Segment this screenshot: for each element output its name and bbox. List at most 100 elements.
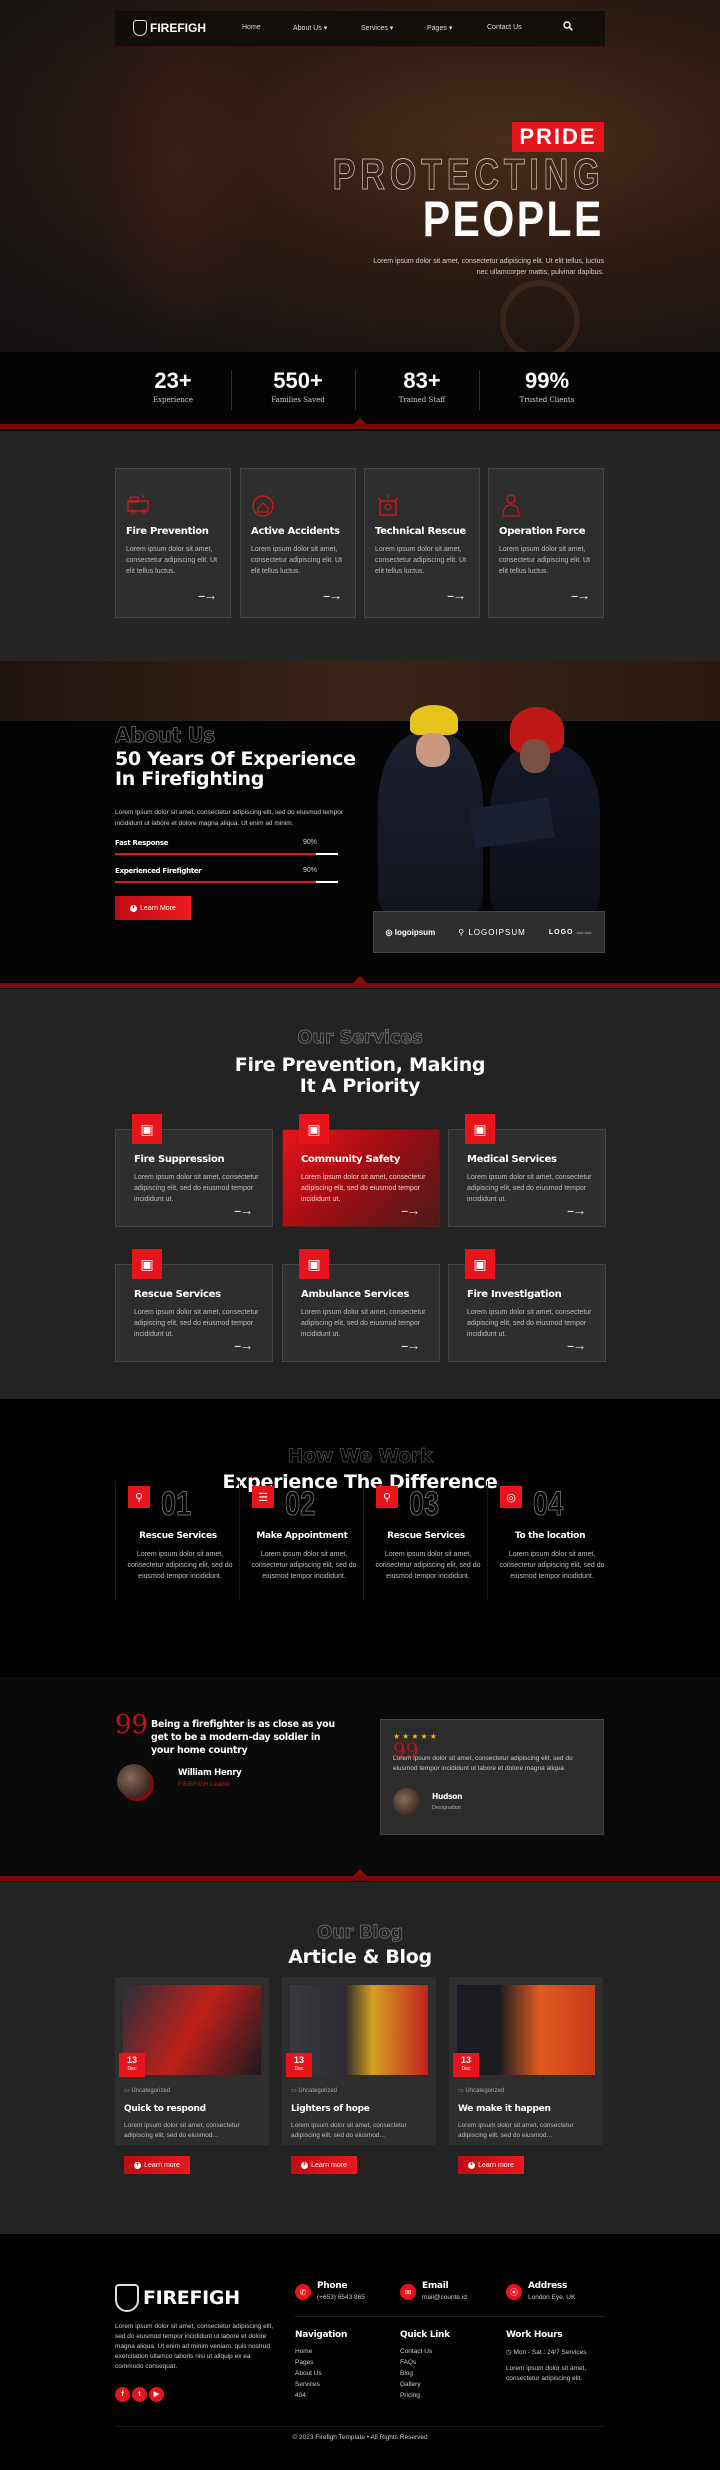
firefighters-image [372,703,602,913]
footer-link[interactable]: FAQs [400,2359,416,2366]
partner-logo[interactable]: LOGO ▬▬ [549,929,593,936]
service-card[interactable]: ▣ Ambulance Services Lorem ipsum dolor sit… [282,1249,440,1362]
step-item: ⚲ 01 Rescue Services Lorem ipsum dolor sit … [115,1481,239,1601]
twitter-icon[interactable]: t [132,2387,147,2402]
siren-icon [377,494,399,516]
chevron-down-icon: ▾ [448,25,453,32]
footer-link[interactable]: 404 [295,2392,306,2399]
footer-link[interactable]: Home [295,2348,312,2355]
plus-circle-icon: + [130,904,138,912]
feature-title: Active Accidents [251,526,340,537]
contact-value[interactable]: (+653) 6543 865 [317,2294,365,2301]
footer-link[interactable]: Pricing [400,2392,420,2399]
search-icon[interactable] [563,21,573,31]
fire-truck-icon [127,495,149,515]
nav-services-label: Services [361,25,388,32]
footer-logo[interactable]: FIREFIGH [115,2284,240,2312]
facebook-icon[interactable]: f [115,2387,130,2402]
divider [231,370,232,410]
date-day: 13 [460,2055,471,2065]
stat-item: 83+ Trained Staff [360,368,484,404]
plus-circle-icon: + [301,2161,309,2169]
learn-more-button[interactable]: + Learn more [124,2156,190,2174]
arrow-right-icon[interactable]: --→ [234,1202,253,1218]
service-card[interactable]: ▣ Fire Suppression Lorem ipsum dolor sit a… [115,1114,273,1227]
nav-services[interactable]: Services ▾ [361,24,393,32]
feature-card[interactable]: Technical Rescue Lorem ipsum dolor sit a… [364,468,480,618]
service-card[interactable]: ▣ Rescue Services Lorem ipsum dolor sit am… [115,1249,273,1362]
youtube-icon[interactable]: ▶ [149,2387,164,2402]
contact-value[interactable]: mail@counte.id [422,2294,467,2301]
logo-text: FIREFIGH [150,21,206,35]
footer-link[interactable]: Pages [295,2359,313,2366]
contact-value[interactable]: London Eye, UK [528,2294,575,2301]
arrow-right-icon[interactable]: --→ [401,1202,420,1218]
learn-more-button[interactable]: + Learn More [115,896,191,920]
footer-link[interactable]: About Us [295,2370,322,2377]
post-title[interactable]: Quick to respond [124,2104,206,2114]
blog-card[interactable]: 13 Dec ▭ Uncategorized Lighters of hope Lore… [282,1977,436,2174]
service-title: Fire Suppression [134,1154,225,1165]
learn-more-button[interactable]: + Learn more [291,2156,357,2174]
partner-logo[interactable]: ◎ logoipsum [386,928,436,937]
nav-pages[interactable]: Pages ▾ [427,24,452,32]
blog-card[interactable]: 13 Dec ▭ Uncategorized We make it happen Lor… [449,1977,603,2174]
feature-card[interactable]: Active Accidents Lorem ipsum dolor sit a… [240,468,356,618]
stat-item: 23+ Experience [111,368,235,404]
arrow-right-icon[interactable]: --→ [234,1337,253,1353]
arrow-right-icon[interactable]: --→ [401,1337,420,1353]
feature-text: Lorem ipsum dolor sit amet, consectetur … [375,546,467,575]
divider-red-bar [0,1876,720,1881]
post-category-label: Uncategorized [465,2088,505,2094]
partner-logo[interactable]: ⚲ LOGOIPSUM [458,928,526,937]
date-month: Dec [294,2066,304,2072]
post-excerpt: Lorem ipsum dolor sit amet, consectetur … [291,2122,407,2139]
footer: FIREFIGH Lorem ipsum dolor sit amet, con… [0,2234,720,2470]
nav-contact-us[interactable]: Contact Us [487,24,522,31]
post-category[interactable]: ▭ Uncategorized [458,2087,504,2094]
stat-label: Trained Staff [398,396,446,404]
arrow-right-icon[interactable]: --→ [571,587,590,603]
footer-link[interactable]: Gallery [400,2381,421,2388]
service-card[interactable]: ▣ Community Safety Lorem ipsum dolor sit a… [282,1114,440,1227]
stat-item: 550+ Families Saved [236,368,360,404]
location-icon: ⦿ [506,2284,522,2300]
arrow-right-icon[interactable]: --→ [198,587,217,603]
skill-progress-bar [115,881,338,883]
service-text: Lorem ipsum dolor sit amet, consectetur … [467,1309,592,1338]
skill-progress-fill [115,881,316,883]
hero-text: Lorem ipsum dolor sit amet, consectetur … [373,258,604,276]
post-title[interactable]: We make it happen [458,2104,551,2114]
footer-link[interactable]: Services [295,2381,320,2388]
blog-card[interactable]: 13 Dec ▭ Uncategorized Quick to respond Lore… [115,1977,269,2174]
service-title: Fire Investigation [467,1289,562,1300]
service-card[interactable]: ▣ Fire Investigation Lorem ipsum dolor sit… [448,1249,606,1362]
feature-card[interactable]: Operation Force Lorem ipsum dolor sit am… [488,468,604,618]
nav-about-us[interactable]: About Us ▾ [293,24,327,32]
arrow-right-icon[interactable]: --→ [567,1337,586,1353]
arrow-right-icon[interactable]: --→ [447,587,466,603]
learn-more-button[interactable]: + Learn more [458,2156,524,2174]
button-label: Learn more [144,2161,180,2169]
firefighter-face [520,739,550,773]
partner-logos: ◎ logoipsum ⚲ LOGOIPSUM LOGO ▬▬ [373,911,605,953]
firefighter-face [416,733,450,767]
post-title[interactable]: Lighters of hope [291,2104,370,2114]
nav-home[interactable]: Home [242,24,261,31]
arrow-right-icon[interactable]: --→ [567,1202,586,1218]
post-category[interactable]: ▭ Uncategorized [124,2087,170,2094]
divider-red-bar [0,983,720,988]
site-logo[interactable]: FIREFIGH [133,20,206,36]
partner-logo-text: logoipsum [394,927,436,937]
feature-card[interactable]: Fire Prevention Lorem ipsum dolor sit am… [115,468,231,618]
footer-link[interactable]: Contact Us [400,2348,432,2355]
fire-truck-icon: ▣ [132,1114,162,1144]
arrow-right-icon[interactable]: --→ [323,587,342,603]
post-category[interactable]: ▭ Uncategorized [291,2087,337,2094]
footer-link[interactable]: Blog [400,2370,413,2377]
navbar: FIREFIGH Home About Us ▾ Services ▾ Page… [115,11,605,47]
chevron-down-icon: ▾ [389,25,394,32]
step-number: 01 [161,1485,192,1524]
stats-section: 23+ Experience 550+ Families Saved 83+ Trai… [0,352,720,426]
service-card[interactable]: ▣ Medical Services Lorem ipsum dolor sit a… [448,1114,606,1227]
